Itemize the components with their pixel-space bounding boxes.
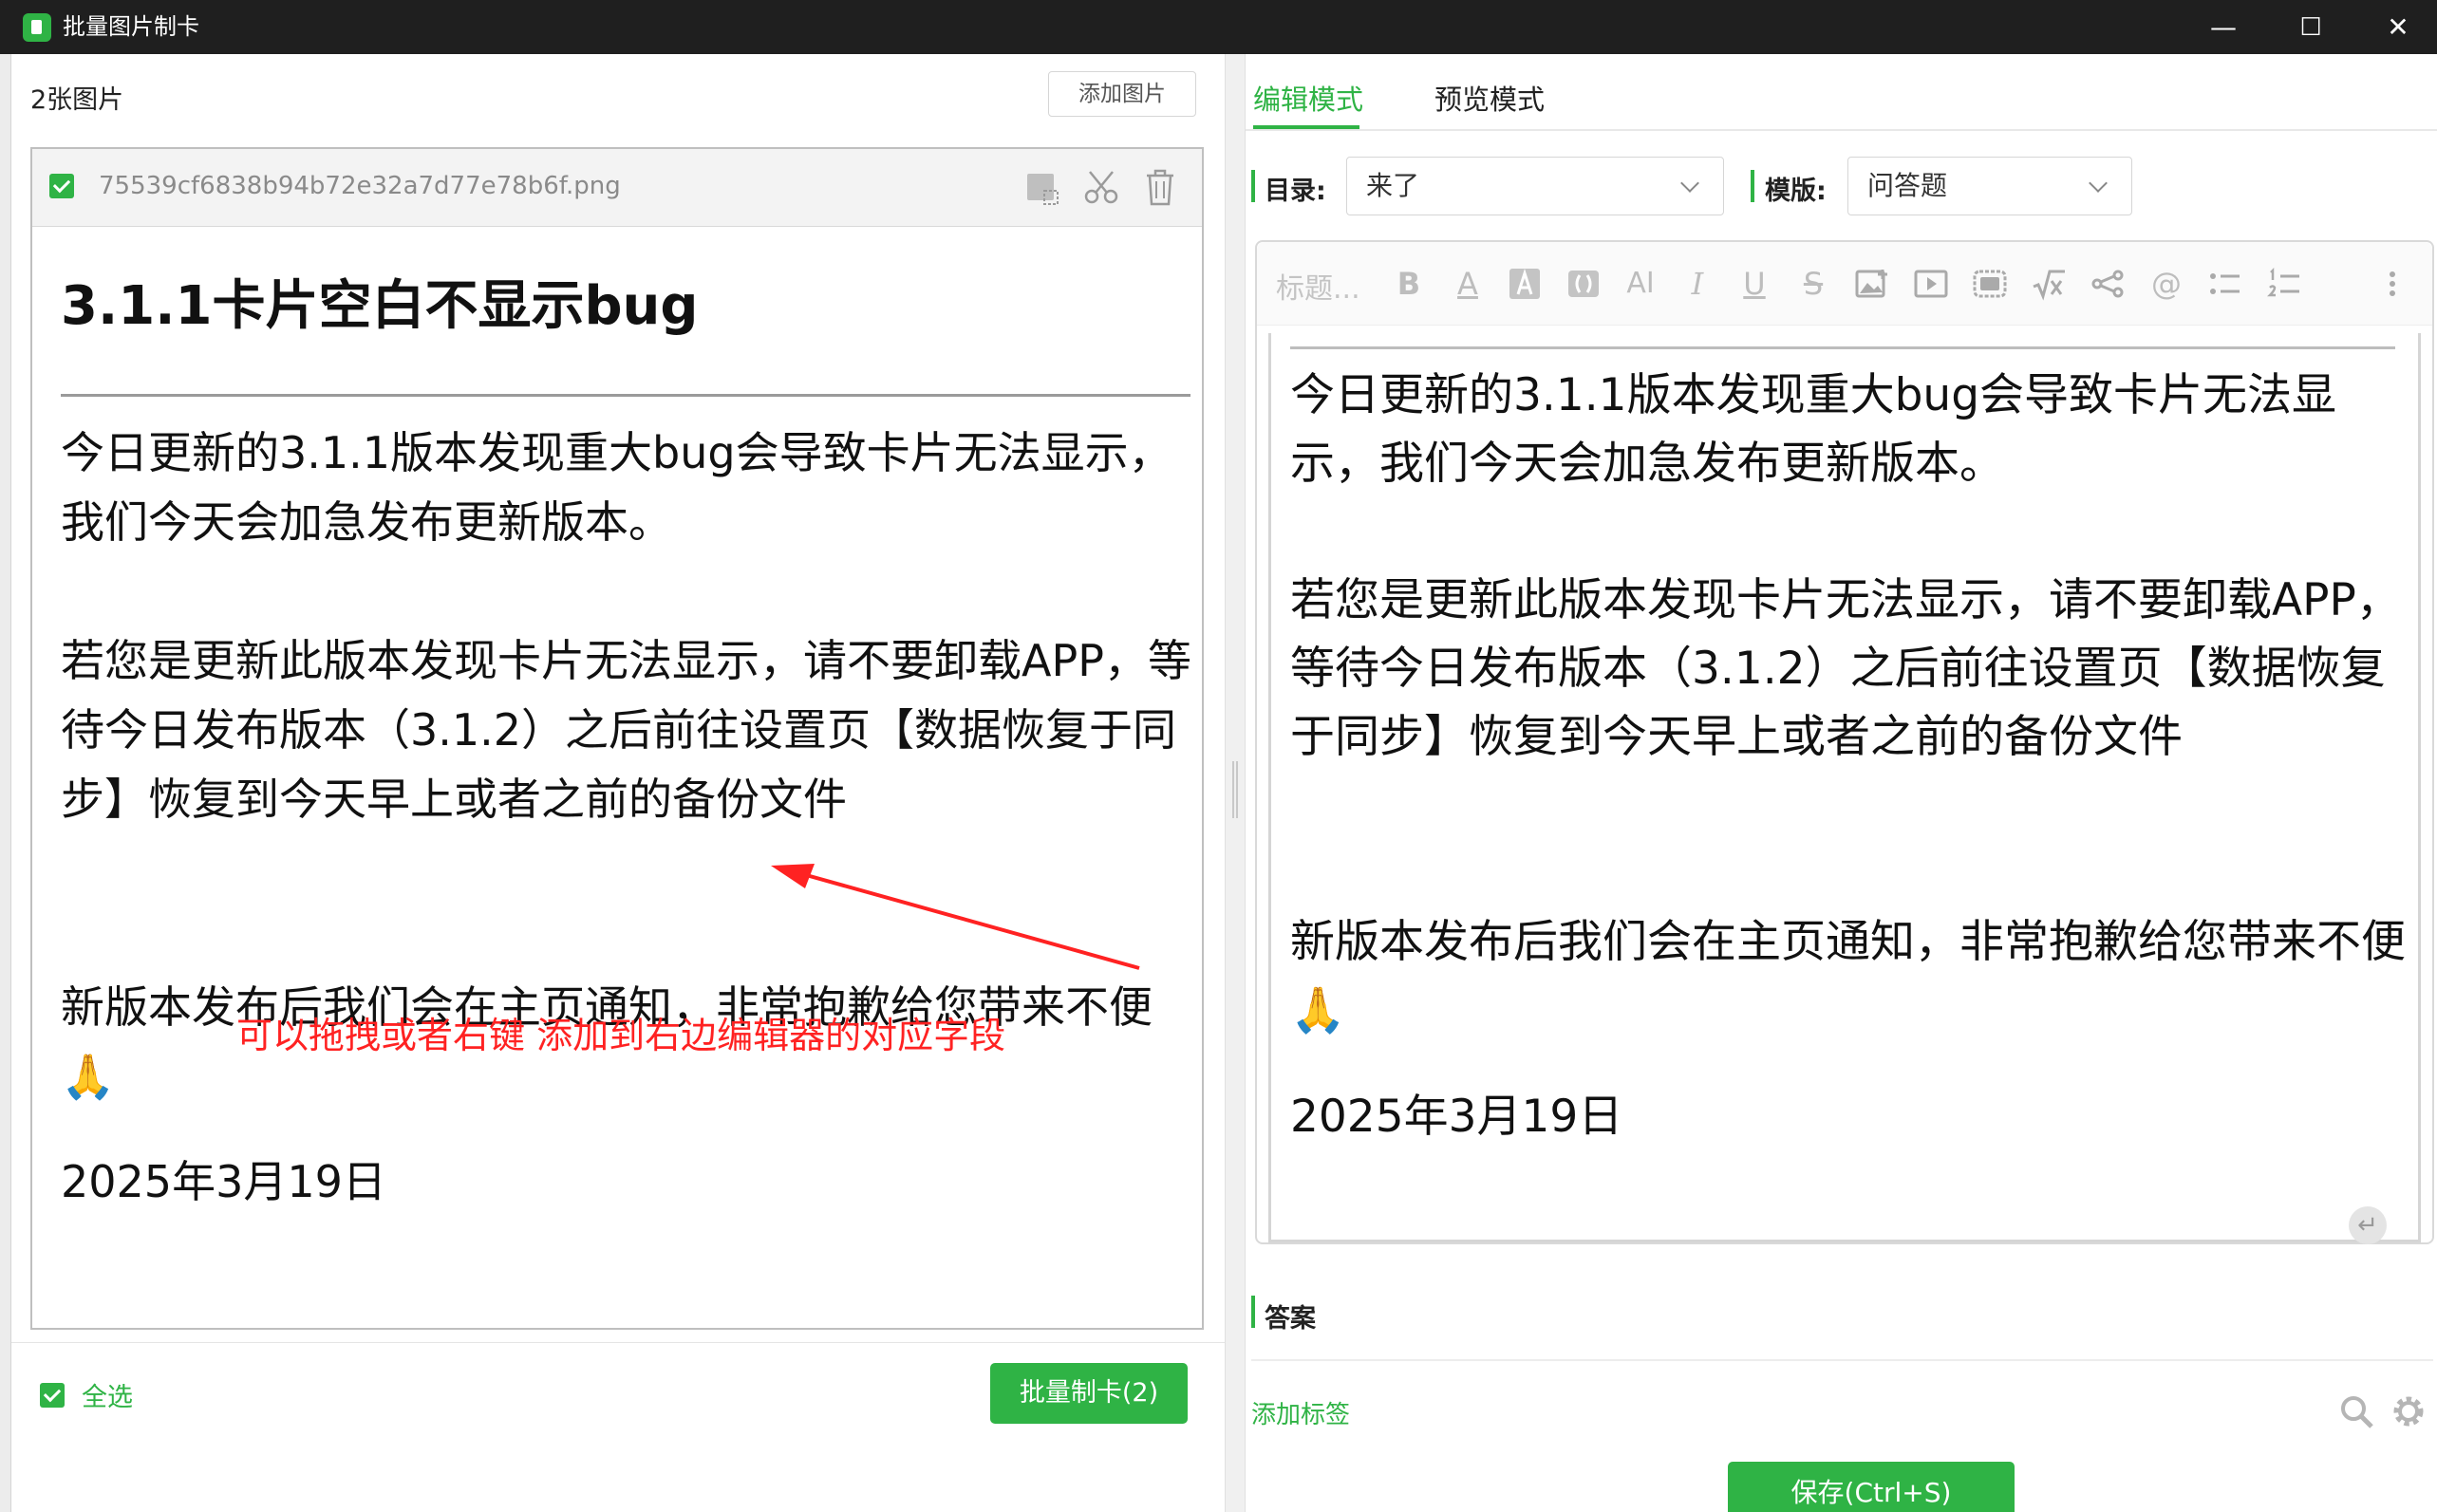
rich-text-editor[interactable]: 标题... B A AI I U S @ 今日更新的3.1.1版本发现重大bug…	[1255, 240, 2434, 1244]
italic-icon[interactable]: I	[1677, 263, 1718, 305]
question-field-content[interactable]: 今日更新的3.1.1版本发现重大bug会导致卡片无法显示，我们今天会加急发布更新…	[1268, 333, 2421, 1244]
add-image-button[interactable]: 添加图片	[1048, 71, 1196, 117]
formula-icon[interactable]	[2028, 263, 2070, 305]
tab-preview-mode[interactable]: 预览模式	[1434, 78, 1545, 118]
scissors-icon[interactable]	[1082, 166, 1120, 208]
template-accent	[1751, 170, 1754, 202]
card-filename: 75539cf6838b94b72e32a7d77e78b6f.png	[99, 172, 621, 200]
select-all-checkbox[interactable]	[40, 1383, 65, 1408]
mention-icon[interactable]: @	[2146, 263, 2187, 305]
template-label: 模版:	[1765, 177, 1827, 206]
close-button[interactable]: ✕	[2370, 6, 2427, 49]
card-paragraph-1: 今日更新的3.1.1版本发现重大bug会导致卡片无法显示，我们今天会加急发布更新…	[61, 427, 1172, 548]
answer-accent	[1251, 1296, 1255, 1328]
editor-pane: 编辑模式 预览模式 目录: 来了 模版: 问答题 标题... B A AI I …	[1246, 54, 2437, 1512]
card-paragraph-2: 若您是更新此版本发现卡片无法显示，请不要卸载APP，等待今日发布版本（3.1.2…	[61, 635, 1191, 825]
bullet-list-icon[interactable]	[2204, 263, 2246, 305]
bracket-icon[interactable]	[1563, 263, 1604, 305]
insert-image-icon[interactable]	[1851, 263, 1893, 305]
return-icon[interactable]: ↵	[2349, 1206, 2387, 1244]
card-header: 75539cf6838b94b72e32a7d77e78b6f.png	[32, 149, 1202, 227]
template-value: 问答题	[1867, 170, 1948, 201]
save-button[interactable]: 保存(Ctrl+S)	[1728, 1462, 2015, 1512]
pane-splitter[interactable]	[1225, 54, 1246, 1512]
search-icon[interactable]	[2337, 1392, 2375, 1430]
image-list-pane: 2张图片 添加图片 75539cf6838b94b72e32a7d77e78b6…	[11, 54, 1225, 1512]
card-checkbox[interactable]	[49, 174, 74, 198]
select-all-label[interactable]: 全选	[82, 1376, 133, 1413]
strikethrough-icon[interactable]: S	[1792, 263, 1834, 305]
format-ai-icon[interactable]: AI	[1620, 263, 1661, 305]
mindmap-icon[interactable]	[2087, 263, 2128, 305]
maximize-button[interactable]: ☐	[2282, 6, 2339, 49]
editor-toolbar: 标题... B A AI I U S @	[1257, 242, 2432, 326]
more-options-icon[interactable]	[2371, 263, 2413, 305]
cloze-icon[interactable]	[1969, 263, 2011, 305]
insert-video-icon[interactable]	[1910, 263, 1952, 305]
directory-label: 目录:	[1265, 177, 1326, 206]
gear-icon[interactable]	[2390, 1392, 2428, 1430]
app-icon	[23, 13, 51, 42]
editor-paragraph-3: 新版本发布后我们会在主页通知，非常抱歉给您带来不便🙏	[1290, 916, 2406, 1036]
minimize-button[interactable]: —	[2195, 6, 2252, 49]
card-title: 3.1.1卡片空白不显示bug	[61, 275, 699, 337]
chevron-down-icon	[1680, 174, 1699, 193]
answer-label: 答案	[1265, 1304, 1316, 1334]
editor-divider	[1290, 346, 2395, 349]
card-date: 2025年3月19日	[61, 1156, 386, 1207]
annotation-text: 可以拖拽或者右键 添加到右边编辑器的对应字段	[236, 1015, 1006, 1056]
directory-accent	[1251, 170, 1255, 202]
card-divider	[61, 394, 1190, 397]
crop-icon[interactable]	[1023, 166, 1061, 208]
numbered-list-icon[interactable]	[2263, 263, 2305, 305]
editor-paragraph-2: 若您是更新此版本发现卡片无法显示，请不要卸载APP，等待今日发布版本（3.1.2…	[1290, 574, 2401, 763]
heading-dropdown[interactable]: 标题...	[1276, 265, 1360, 307]
template-select[interactable]: 问答题	[1847, 157, 2132, 215]
image-count: 2张图片	[30, 85, 124, 115]
bold-icon[interactable]: B	[1388, 263, 1430, 305]
trash-icon[interactable]	[1141, 166, 1179, 208]
image-card[interactable]: 75539cf6838b94b72e32a7d77e78b6f.png 3.1.…	[30, 147, 1204, 1330]
batch-make-cards-button[interactable]: 批量制卡(2)	[990, 1363, 1188, 1424]
chevron-down-icon	[2089, 174, 2108, 193]
background-window-edge	[0, 54, 11, 1512]
editor-date: 2025年3月19日	[1290, 1091, 1623, 1143]
left-footer-divider	[11, 1342, 1225, 1343]
highlight-icon[interactable]	[1504, 263, 1546, 305]
font-color-icon[interactable]: A	[1447, 263, 1489, 305]
answer-field-divider[interactable]	[1251, 1359, 2433, 1361]
add-tag-link[interactable]: 添加标签	[1251, 1395, 1350, 1430]
underline-icon[interactable]: U	[1734, 263, 1775, 305]
directory-select[interactable]: 来了	[1346, 157, 1724, 215]
window-title: 批量图片制卡	[63, 13, 199, 40]
tab-edit-mode[interactable]: 编辑模式	[1253, 78, 1363, 118]
tabs-divider	[1246, 129, 2437, 131]
directory-value: 来了	[1366, 170, 1420, 201]
editor-paragraph-1: 今日更新的3.1.1版本发现重大bug会导致卡片无法显示，我们今天会加急发布更新…	[1290, 369, 2337, 490]
title-bar: 批量图片制卡 — ☐ ✕	[0, 0, 2437, 54]
splitter-grip[interactable]	[1232, 761, 1238, 818]
